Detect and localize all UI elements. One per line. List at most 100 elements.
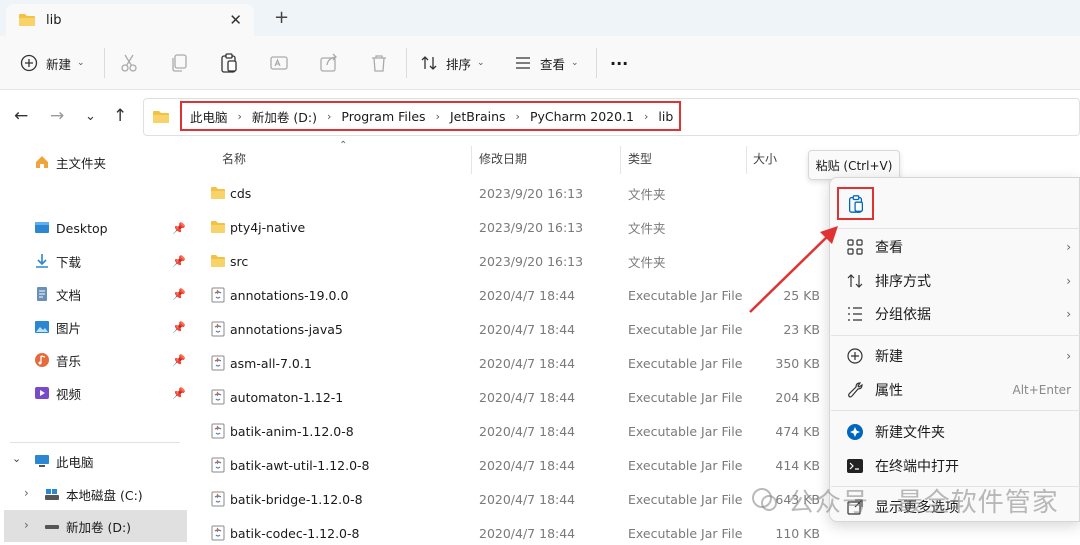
breadcrumb-item[interactable]: 新加卷 (D:) <box>252 107 317 126</box>
sort-ascending-icon: ⌃ <box>339 140 348 151</box>
up-arrow-icon[interactable]: ↑ <box>113 106 127 126</box>
column-divider[interactable] <box>746 146 747 174</box>
column-date[interactable]: 修改日期 <box>479 150 527 167</box>
column-divider[interactable] <box>471 146 472 174</box>
menu-item-properties[interactable]: 属性 Alt+Enter <box>830 373 1080 406</box>
menu-divider <box>831 335 1080 336</box>
pin-icon[interactable]: 📌 <box>172 288 186 301</box>
sidebar-item-music[interactable]: 音乐 <box>34 346 81 374</box>
file-date: 2020/4/7 18:44 <box>479 423 576 439</box>
sidebar-item-videos[interactable]: 视频 <box>34 379 81 407</box>
menu-item-sort-by[interactable]: 排序方式 › <box>830 264 1080 297</box>
paste-button[interactable] <box>837 187 874 220</box>
paste-tooltip: 粘贴 (Ctrl+V) <box>808 150 900 180</box>
column-divider[interactable] <box>620 146 621 174</box>
file-row[interactable]: annotations-19.0.0 2020/4/7 18:44 Executab… <box>200 278 830 312</box>
file-row[interactable]: batik-codec-1.12.0-8 2020/4/7 18:44 Execut… <box>200 516 830 545</box>
file-name: annotations-java5 <box>230 321 343 337</box>
menu-item-label: 分组依据 <box>875 306 931 323</box>
new-button[interactable]: 新建 ⌄ <box>20 50 85 76</box>
sidebar-item-drive-c[interactable]: 本地磁盘 (C:) <box>44 480 143 508</box>
file-row[interactable]: automaton-1.12-1 2020/4/7 18:44 Executable… <box>200 380 830 414</box>
column-size[interactable]: 大小 <box>753 150 777 167</box>
pin-icon[interactable]: 📌 <box>172 354 186 367</box>
sort-button[interactable]: 排序 ⌄ <box>420 50 485 76</box>
sidebar-item-downloads[interactable]: 下载 <box>34 247 81 275</box>
chevron-right-icon[interactable]: › <box>24 486 29 500</box>
file-row[interactable]: pty4j-native 2023/9/20 16:13 文件夹 <box>200 210 830 244</box>
copy-icon[interactable] <box>168 52 190 74</box>
plus-circle-icon <box>847 348 863 364</box>
pin-icon[interactable]: 📌 <box>172 387 186 400</box>
cut-icon[interactable] <box>118 52 140 74</box>
folder-icon <box>210 219 226 235</box>
sidebar-item-label: 图片 <box>56 320 82 336</box>
file-row[interactable]: batik-bridge-1.12.0-8 2020/4/7 18:44 Execu… <box>200 482 830 516</box>
menu-item-group-by[interactable]: 分组依据 › <box>830 297 1080 330</box>
more-button[interactable]: ··· <box>610 50 628 76</box>
document-icon <box>37 287 47 301</box>
column-name[interactable]: 名称 <box>222 150 246 167</box>
back-arrow-icon[interactable]: ← <box>14 106 28 126</box>
pin-icon[interactable]: 📌 <box>172 321 186 334</box>
folder-icon <box>210 253 226 269</box>
breadcrumb-item[interactable]: PyCharm 2020.1 <box>530 109 634 124</box>
rename-icon[interactable] <box>268 52 290 74</box>
close-tab-icon[interactable]: ✕ <box>229 11 242 29</box>
breadcrumb-item[interactable]: 此电脑 <box>190 107 228 126</box>
sidebar-item-pictures[interactable]: 图片 <box>34 313 81 341</box>
chevron-right-icon[interactable]: › <box>238 110 242 123</box>
file-name: asm-all-7.0.1 <box>230 355 312 371</box>
file-type: Executable Jar File <box>628 355 743 371</box>
sidebar-item-desktop[interactable]: Desktop <box>34 214 108 242</box>
file-size: 474 KB <box>775 423 820 439</box>
breadcrumb-item[interactable]: JetBrains <box>450 109 506 124</box>
sidebar-item-documents[interactable]: 文档 <box>34 280 81 308</box>
menu-item-new[interactable]: 新建 › <box>830 339 1080 372</box>
menu-item-label: 排序方式 <box>875 273 931 290</box>
view-button[interactable]: 查看 ⌄ <box>514 50 579 76</box>
file-row[interactable]: batik-anim-1.12.0-8 2020/4/7 18:44 Executa… <box>200 414 830 448</box>
file-row[interactable]: cds 2023/9/20 16:13 文件夹 <box>200 176 830 210</box>
recent-chevron-icon[interactable]: ⌄ <box>85 109 96 124</box>
new-tab-button[interactable]: + <box>274 7 289 28</box>
chevron-right-icon[interactable]: › <box>644 110 648 123</box>
sidebar-item-this-pc[interactable]: 此电脑 <box>34 447 94 475</box>
pin-icon[interactable]: 📌 <box>172 222 186 235</box>
file-type: 文件夹 <box>628 254 666 270</box>
file-row[interactable]: batik-awt-util-1.12.0-8 2020/4/7 18:44 Exe… <box>200 448 830 482</box>
file-row[interactable]: src 2023/9/20 16:13 文件夹 <box>200 244 830 278</box>
paste-icon[interactable] <box>218 52 240 74</box>
file-row[interactable]: asm-all-7.0.1 2020/4/7 18:44 Executable Ja… <box>200 346 830 380</box>
watermark: 公众号 · 最全软件管家 <box>750 482 1059 518</box>
file-date: 2023/9/20 16:13 <box>479 185 584 201</box>
chevron-right-icon[interactable]: › <box>436 110 440 123</box>
breadcrumb-item[interactable]: Program Files <box>341 109 425 124</box>
sidebar-item-home[interactable]: 主文件夹 <box>34 148 106 176</box>
chevron-right-icon[interactable]: › <box>24 518 29 532</box>
pin-icon[interactable]: 📌 <box>172 255 186 268</box>
column-type[interactable]: 类型 <box>628 150 652 167</box>
music-icon <box>35 353 49 367</box>
file-row[interactable]: annotations-java5 2020/4/7 18:44 Executabl… <box>200 312 830 346</box>
delete-icon[interactable] <box>368 52 390 74</box>
share-icon[interactable] <box>318 52 340 74</box>
menu-item-new-folder[interactable]: 新建文件夹 <box>830 415 1080 448</box>
tab-lib[interactable]: lib ✕ <box>6 4 254 36</box>
menu-item-view[interactable]: 查看 › <box>830 230 1080 263</box>
chevron-right-icon[interactable]: › <box>327 110 331 123</box>
file-date: 2020/4/7 18:44 <box>479 389 576 405</box>
breadcrumb-item[interactable]: lib <box>658 109 673 124</box>
chevron-right-icon[interactable]: › <box>516 110 520 123</box>
sidebar-item-drive-d[interactable]: 新加卷 (D:) <box>44 512 131 540</box>
chevron-right-icon: › <box>1066 306 1071 321</box>
menu-item-label: 新建 <box>875 348 903 365</box>
file-name: pty4j-native <box>230 219 306 235</box>
forward-arrow-icon[interactable]: → <box>50 106 64 126</box>
picture-icon <box>35 321 49 333</box>
chevron-down-icon[interactable]: ⌄ <box>12 452 21 465</box>
menu-item-open-terminal[interactable]: 在终端中打开 <box>830 449 1080 482</box>
sidebar-item-label: 此电脑 <box>56 454 94 470</box>
menu-divider <box>831 228 1080 229</box>
watermark-text: 公众号 · 最全软件管家 <box>788 487 1059 518</box>
